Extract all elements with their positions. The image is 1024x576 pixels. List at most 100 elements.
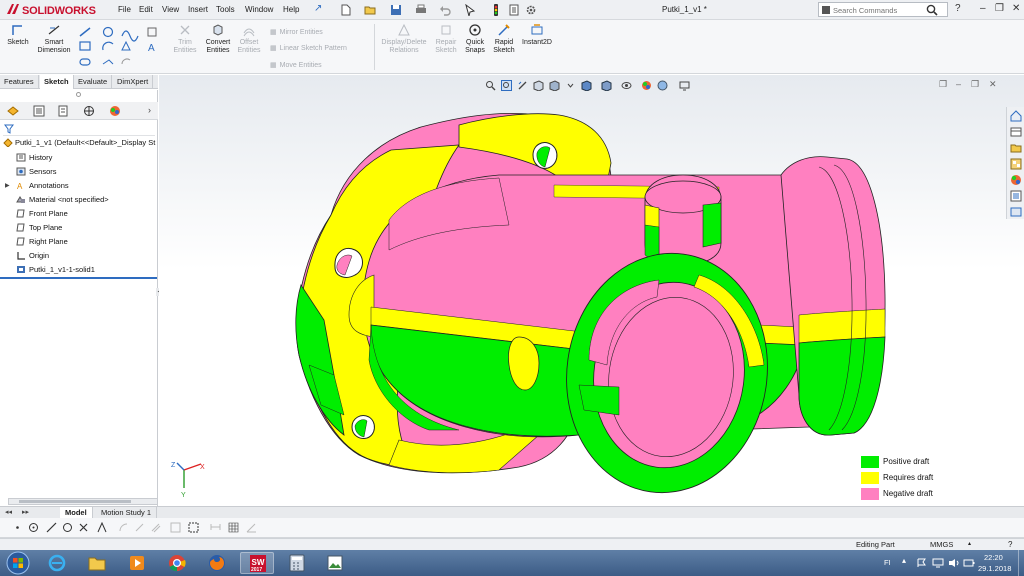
sketch-grid-icon[interactable]: [188, 522, 199, 533]
point-icon[interactable]: [12, 522, 23, 533]
menu-tools[interactable]: Tools: [216, 5, 235, 14]
dimension-tool-icon[interactable]: [210, 522, 221, 533]
taskbar-internet-explorer[interactable]: [40, 552, 74, 574]
offset-entities-button[interactable]: Offset Entities: [234, 23, 264, 55]
menu-file[interactable]: File: [118, 5, 131, 14]
tree-item-origin[interactable]: Origin: [16, 251, 49, 260]
pin-icon[interactable]: ↗: [314, 3, 322, 14]
trim-entities-button[interactable]: Trim Entities: [170, 23, 200, 55]
taskbar-media-player[interactable]: [120, 552, 154, 574]
tree-rollback-bar[interactable]: [0, 277, 157, 279]
tree-filter[interactable]: [3, 122, 155, 136]
search-input[interactable]: [833, 5, 933, 15]
tree-item-history[interactable]: History: [16, 153, 52, 162]
options-gear-icon[interactable]: [525, 4, 537, 16]
smart-dimension-button[interactable]: Smart Dimension: [34, 23, 74, 55]
solidworks-logo[interactable]: SOLIDWORKS: [6, 3, 96, 17]
menu-insert[interactable]: Insert: [188, 5, 208, 14]
tree-item-front-plane[interactable]: Front Plane: [16, 209, 68, 218]
tab-scroll-left-icon[interactable]: ◂◂: [5, 508, 12, 516]
tree-horizontal-scrollbar[interactable]: [8, 498, 158, 505]
taskbar-calculator[interactable]: [280, 552, 314, 574]
menu-view[interactable]: View: [162, 5, 179, 14]
save-icon[interactable]: [390, 4, 402, 16]
restore-button[interactable]: ❐: [995, 3, 1004, 14]
feature-manager-tab-icon[interactable]: [6, 105, 20, 117]
dimxpert-manager-tab-icon[interactable]: [82, 105, 96, 117]
move-entities-button[interactable]: ▦ Move Entities: [270, 61, 322, 69]
taskbar-file-explorer[interactable]: [80, 552, 114, 574]
property-manager-tab-icon[interactable]: [32, 105, 46, 117]
new-document-icon[interactable]: [340, 4, 352, 16]
mirror-entities-button[interactable]: ▦ Mirror Entities: [270, 28, 323, 36]
sketch-tool-button[interactable]: Sketch: [4, 23, 32, 47]
tab-model[interactable]: Model: [60, 507, 93, 518]
tree-item-solid-body[interactable]: Putki_1_v1-1-solid1: [16, 265, 95, 274]
scrollbar-thumb[interactable]: [19, 500, 131, 503]
rebuild-icon[interactable]: [490, 4, 502, 16]
tab-scroll-right-icon[interactable]: ▸▸: [22, 508, 29, 516]
help-icon[interactable]: ?: [955, 3, 961, 14]
grid-icon[interactable]: [228, 522, 239, 533]
help-icon[interactable]: ?: [1008, 540, 1012, 549]
taskbar-firefox[interactable]: [200, 552, 234, 574]
graphics-area[interactable]: ❐ – ❐ ✕ X Y Z Positive draft Requires dr…: [159, 75, 1024, 507]
configuration-manager-tab-icon[interactable]: [56, 105, 70, 117]
circle-icon[interactable]: [62, 522, 73, 533]
tab-motion-study-1[interactable]: Motion Study 1: [96, 507, 158, 518]
tree-item-sensors[interactable]: Sensors: [16, 167, 57, 176]
search-icon[interactable]: [926, 4, 938, 16]
clock-time[interactable]: 22:20: [984, 553, 1003, 562]
tab-features[interactable]: Features: [0, 75, 39, 89]
display-manager-tab-icon[interactable]: [108, 105, 122, 117]
tree-item-right-plane[interactable]: Right Plane: [16, 237, 68, 246]
line-icon[interactable]: [46, 522, 57, 533]
convert-entities-button[interactable]: Convert Entities: [202, 23, 234, 55]
rapid-sketch-button[interactable]: Rapid Sketch: [490, 23, 518, 55]
expand-annotations-icon[interactable]: ▶: [5, 182, 10, 189]
tab-dimxpert[interactable]: DimXpert: [113, 75, 154, 89]
extend-tool-icon[interactable]: [134, 522, 145, 533]
tree-root-part[interactable]: Putki_1_v1 (Default<<Default>_Display St: [3, 138, 156, 147]
chevron-right-icon[interactable]: ›: [148, 105, 151, 115]
linear-sketch-pattern-button[interactable]: ▦ Linear Sketch Pattern: [270, 44, 347, 52]
select-arrow-icon[interactable]: [464, 4, 476, 16]
close-button[interactable]: ✕: [1012, 3, 1020, 14]
units-chevron-icon[interactable]: ▴: [968, 540, 971, 547]
taskbar-image-viewer[interactable]: [318, 552, 352, 574]
fillet-tool-icon[interactable]: [118, 522, 129, 533]
tree-item-top-plane[interactable]: Top Plane: [16, 223, 62, 232]
search-scope-icon[interactable]: [821, 5, 831, 15]
open-folder-icon[interactable]: [364, 4, 376, 16]
menu-window[interactable]: Window: [245, 5, 273, 14]
trim-tool-icon[interactable]: [78, 522, 89, 533]
convert-tool-icon[interactable]: [170, 522, 181, 533]
clock-date[interactable]: 29.1.2018: [978, 564, 1011, 573]
instant2d-button[interactable]: Instant2D: [520, 23, 554, 47]
taskbar-chrome[interactable]: [160, 552, 194, 574]
mirror-tool-icon[interactable]: [96, 522, 107, 533]
print-icon[interactable]: [415, 4, 427, 16]
units-selector[interactable]: MMGS: [930, 540, 953, 549]
undo-icon[interactable]: [439, 4, 451, 16]
volume-icon[interactable]: [948, 558, 960, 568]
action-center-flag-icon[interactable]: [916, 558, 928, 568]
tray-expand-icon[interactable]: ▴: [902, 556, 906, 565]
network-icon[interactable]: [932, 558, 944, 568]
angle-tool-icon[interactable]: [246, 522, 257, 533]
tree-item-material[interactable]: Material <not specified>: [16, 195, 109, 204]
minimize-button[interactable]: –: [980, 3, 986, 14]
taskbar-solidworks[interactable]: SW 2017: [240, 552, 274, 574]
tab-evaluate[interactable]: Evaluate: [74, 75, 113, 89]
quick-snaps-button[interactable]: Quick Snaps: [462, 23, 488, 55]
repair-sketch-button[interactable]: Repair Sketch: [432, 23, 460, 55]
display-delete-relations-button[interactable]: Display/Delete Relations: [378, 23, 430, 55]
tab-sketch[interactable]: Sketch: [40, 75, 74, 89]
panel-drag-handle[interactable]: [76, 92, 81, 97]
input-language[interactable]: FI: [884, 558, 891, 567]
show-desktop-button[interactable]: [1018, 550, 1024, 576]
tree-item-annotations[interactable]: A Annotations: [16, 181, 69, 190]
file-properties-icon[interactable]: [508, 4, 520, 16]
offset-tool-icon[interactable]: [150, 522, 161, 533]
circle-center-icon[interactable]: [28, 522, 39, 533]
